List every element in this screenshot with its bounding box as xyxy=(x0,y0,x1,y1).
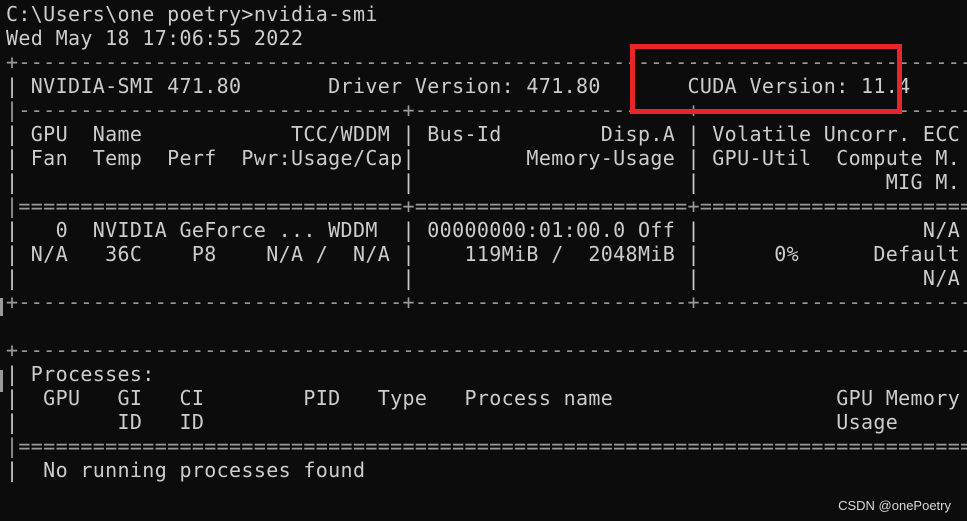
command-prompt-line: C:\Users\one poetry>nvidia-smi xyxy=(6,2,378,26)
left-edge-marker xyxy=(0,370,3,392)
smi-header-row-2: | Fan Temp Perf Pwr:Usage/Cap| Memory-Us… xyxy=(6,146,967,170)
no-processes-row: | No running processes found | xyxy=(6,458,967,482)
processes-double-divider: |=======================================… xyxy=(6,434,967,458)
smi-bottom-border: +-------------------------------+-------… xyxy=(6,290,967,314)
smi-top-border: +---------------------------------------… xyxy=(6,50,967,74)
smi-double-divider: |===============================+=======… xyxy=(6,194,967,218)
processes-title-row: | Processes: | xyxy=(6,362,967,386)
processes-header-row-1: | GPU GI CI PID Type Process name GPU Me… xyxy=(6,386,967,410)
timestamp-line: Wed May 18 17:06:55 2022 xyxy=(6,26,304,50)
terminal-window[interactable]: C:\Users\one poetry>nvidia-smi Wed May 1… xyxy=(0,0,967,521)
gpu-row-1: | 0 NVIDIA GeForce ... WDDM | 00000000:0… xyxy=(6,218,967,242)
processes-header-row-2: | ID ID Usage | xyxy=(6,410,967,434)
gpu-row-3: | | | N/A | xyxy=(6,266,967,290)
smi-version-row: | NVIDIA-SMI 471.80 Driver Version: 471.… xyxy=(6,74,967,98)
gpu-row-2: | N/A 36C P8 N/A / N/A | 119MiB / 2048Mi… xyxy=(6,242,967,266)
smi-header-row-3: | | | MIG M. | xyxy=(6,170,967,194)
processes-top-border: +---------------------------------------… xyxy=(6,338,967,362)
csdn-watermark: CSDN @onePoetry xyxy=(838,498,951,513)
smi-header-row-1: | GPU Name TCC/WDDM | Bus-Id Disp.A | Vo… xyxy=(6,122,967,146)
left-edge-marker xyxy=(0,298,3,316)
smi-header-divider: |-------------------------------+-------… xyxy=(6,98,967,122)
